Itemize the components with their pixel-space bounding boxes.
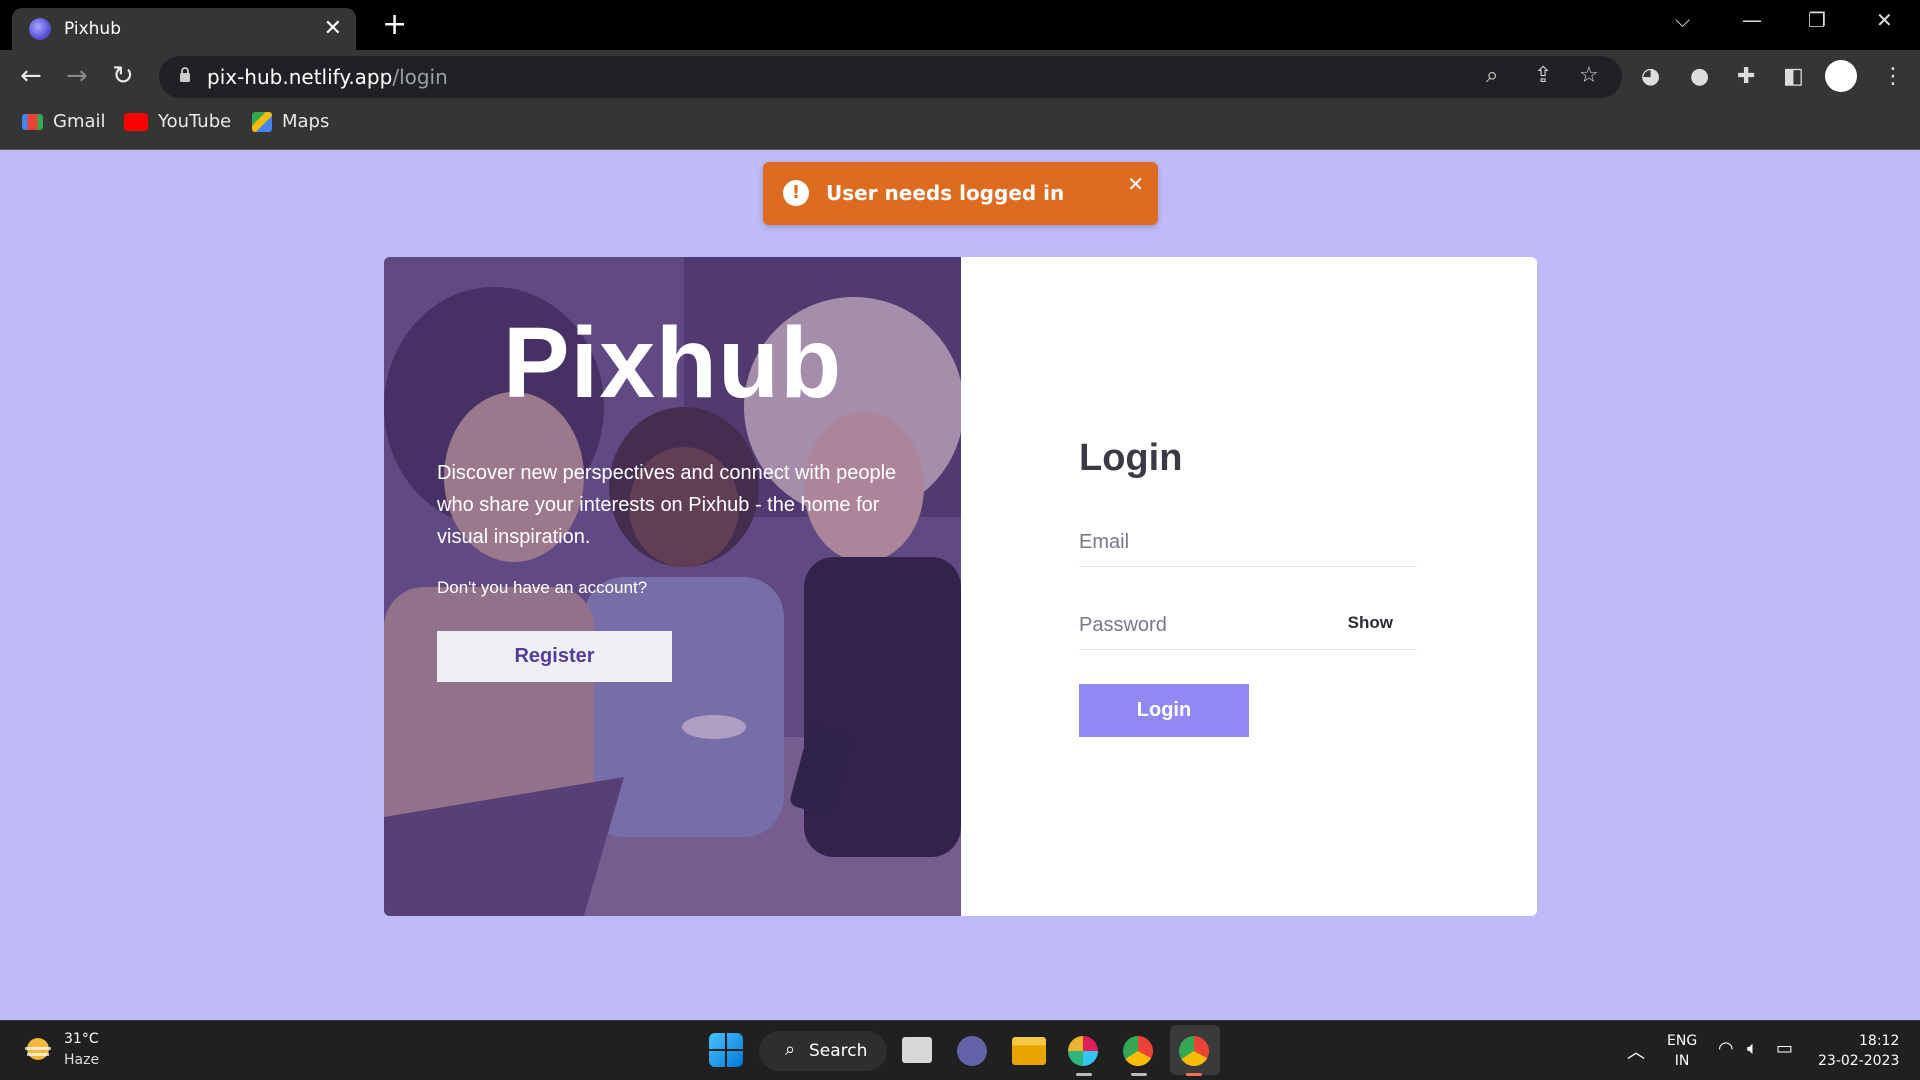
language-code: ENG bbox=[1667, 1033, 1698, 1049]
profile-avatar[interactable] bbox=[1825, 60, 1857, 92]
side-panel-icon[interactable]: ◧ bbox=[1783, 64, 1804, 89]
email-field-wrapper bbox=[1079, 522, 1417, 567]
browser-tab[interactable]: Pixhub ✕ bbox=[12, 8, 356, 50]
zoom-icon[interactable]: ⌕ bbox=[1486, 63, 1498, 88]
browser-title-bar: Pixhub ✕ + ⌵ — ❐ ✕ bbox=[0, 0, 1920, 50]
password-field-wrapper: Show bbox=[1079, 605, 1417, 650]
bookmark-youtube[interactable]: YouTube bbox=[124, 111, 231, 132]
search-label: Search bbox=[809, 1041, 868, 1061]
chrome-profile-icon[interactable] bbox=[1179, 1036, 1209, 1066]
region-code: IN bbox=[1674, 1053, 1690, 1069]
volume-icon[interactable]: 🔈︎ bbox=[1747, 1038, 1758, 1059]
extension-owl-icon[interactable]: ◕ bbox=[1641, 64, 1660, 89]
brand-title: Pixhub bbox=[502, 307, 843, 419]
task-view-icon[interactable] bbox=[902, 1037, 932, 1063]
search-icon: ⌕ bbox=[785, 1039, 796, 1060]
wifi-icon[interactable]: ◠ bbox=[1718, 1038, 1734, 1059]
bookmark-label: Maps bbox=[282, 111, 330, 132]
chrome-running-indicator bbox=[1131, 1073, 1147, 1076]
new-tab-icon[interactable]: + bbox=[382, 8, 407, 42]
close-window-icon[interactable]: ✕ bbox=[1876, 8, 1893, 32]
extension-grey-icon[interactable]: ● bbox=[1690, 64, 1709, 89]
login-card: Pixhub Discover new perspectives and con… bbox=[384, 257, 1537, 916]
slack-icon[interactable] bbox=[1068, 1036, 1098, 1066]
chrome-active-indicator bbox=[1186, 1073, 1202, 1076]
tab-title: Pixhub bbox=[64, 19, 122, 39]
login-form: Login Show Login bbox=[961, 257, 1537, 916]
maps-icon bbox=[252, 111, 272, 132]
restore-icon[interactable]: ❐ bbox=[1808, 8, 1826, 32]
error-toast: ! User needs logged in ✕ bbox=[763, 162, 1158, 225]
toast-message: User needs logged in bbox=[826, 181, 1065, 205]
gmail-icon bbox=[22, 113, 43, 130]
weather-haze-icon[interactable] bbox=[22, 1035, 54, 1065]
lock-icon[interactable] bbox=[179, 67, 191, 82]
weather-description: Haze bbox=[64, 1052, 100, 1068]
back-icon[interactable]: ← bbox=[20, 60, 42, 92]
clock-date: 23-02-2023 bbox=[1818, 1053, 1900, 1069]
weather-temperature: 31°C bbox=[64, 1031, 99, 1047]
menu-kebab-icon[interactable]: ⋮ bbox=[1882, 64, 1904, 89]
teams-chat-icon[interactable] bbox=[957, 1036, 987, 1066]
chrome-icon[interactable] bbox=[1123, 1036, 1153, 1066]
reload-icon[interactable]: ↻ bbox=[112, 60, 134, 92]
forward-icon[interactable]: → bbox=[66, 60, 88, 92]
share-icon[interactable]: ⇪ bbox=[1534, 63, 1552, 88]
url-text: pix-hub.netlify.app/login bbox=[207, 65, 448, 89]
address-bar[interactable]: pix-hub.netlify.app/login ⌕ ⇪ ☆ bbox=[159, 56, 1622, 98]
bookmark-label: Gmail bbox=[53, 111, 106, 132]
windows-taskbar: 31°C Haze ⌕ Search ︿ ENG IN ◠ 🔈︎ ▭ 18:12… bbox=[0, 1020, 1920, 1080]
slack-running-indicator bbox=[1076, 1073, 1092, 1076]
bookmarks-bar: Gmail YouTube Maps bbox=[0, 103, 1920, 150]
close-tab-icon[interactable]: ✕ bbox=[324, 16, 342, 41]
browser-toolbar: ← → ↻ pix-hub.netlify.app/login ⌕ ⇪ ☆ ◕ … bbox=[0, 50, 1920, 103]
bookmark-star-icon[interactable]: ☆ bbox=[1579, 63, 1599, 88]
hero-tagline: Discover new perspectives and connect wi… bbox=[437, 462, 897, 548]
bookmark-gmail[interactable]: Gmail bbox=[22, 111, 106, 132]
clock-time: 18:12 bbox=[1859, 1033, 1900, 1049]
extensions-puzzle-icon[interactable]: ✚ bbox=[1737, 64, 1755, 89]
email-field[interactable] bbox=[1079, 522, 1417, 562]
battery-icon[interactable]: ▭ bbox=[1776, 1038, 1793, 1059]
bookmark-label: YouTube bbox=[158, 111, 232, 132]
taskbar-search[interactable]: ⌕ Search bbox=[759, 1031, 887, 1071]
pixhub-favicon-icon bbox=[29, 18, 51, 40]
language-indicator[interactable]: ENG IN bbox=[1667, 1031, 1697, 1071]
tab-search-chevron-icon[interactable]: ⌵ bbox=[1675, 8, 1690, 32]
show-hidden-icons-chevron-icon[interactable]: ︿ bbox=[1627, 1038, 1645, 1064]
youtube-icon bbox=[124, 112, 148, 131]
no-account-text: Don't you have an account? bbox=[437, 578, 648, 597]
clock[interactable]: 18:12 23-02-2023 bbox=[1818, 1031, 1899, 1071]
login-button[interactable]: Login bbox=[1079, 684, 1249, 737]
file-explorer-icon[interactable] bbox=[1012, 1037, 1046, 1065]
login-heading: Login bbox=[1079, 437, 1183, 479]
minimize-icon[interactable]: — bbox=[1742, 8, 1762, 32]
bookmark-maps[interactable]: Maps bbox=[252, 111, 329, 132]
register-button[interactable]: Register bbox=[437, 631, 672, 682]
show-password-button[interactable]: Show bbox=[1348, 613, 1393, 633]
close-toast-icon[interactable]: ✕ bbox=[1127, 172, 1144, 196]
alert-icon: ! bbox=[783, 180, 809, 206]
hero-panel: Pixhub Discover new perspectives and con… bbox=[384, 257, 961, 916]
